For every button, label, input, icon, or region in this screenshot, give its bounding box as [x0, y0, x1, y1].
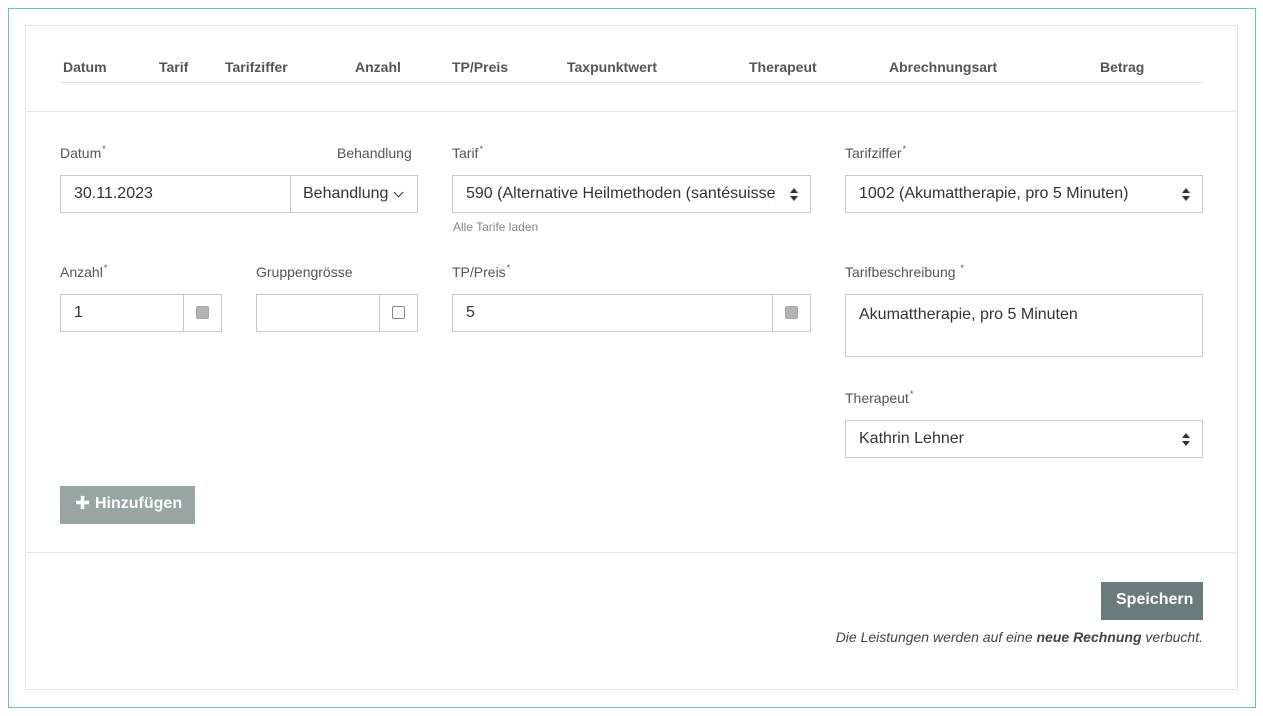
tarif-label: Tarif*: [452, 144, 483, 161]
column-header-tarif: Tarif: [159, 59, 189, 75]
column-header-therapeut: Therapeut: [749, 59, 817, 75]
chevron-down-icon: [393, 187, 404, 198]
therapeut-select[interactable]: Kathrin Lehner: [845, 420, 1203, 458]
column-header-tarifziffer: Tarifziffer: [225, 59, 288, 75]
behandlung-dropdown-button[interactable]: Behandlung: [290, 175, 418, 213]
gruppengroesse-checkbox[interactable]: [392, 306, 405, 319]
hinzufuegen-button[interactable]: ✚ Hinzufügen: [60, 486, 195, 524]
alle-tarife-laden-link[interactable]: Alle Tarife laden: [453, 220, 538, 234]
tarifbeschreibung-label: Tarifbeschreibung *: [845, 263, 964, 280]
anzahl-input[interactable]: 1: [60, 294, 222, 332]
anzahl-checkbox-addon: [183, 295, 221, 331]
gruppengroesse-label: Gruppengrösse: [256, 264, 353, 280]
tp-preis-label: TP/Preis*: [452, 263, 511, 280]
column-header-datum: Datum: [63, 59, 107, 75]
column-header-tp-preis: TP/Preis: [452, 59, 509, 75]
tarifziffer-label: Tarifziffer*: [845, 144, 907, 161]
column-header-taxpunktwert: Taxpunktwert: [567, 59, 657, 75]
select-updown-icon: [790, 188, 798, 202]
gruppengroesse-checkbox-addon: [379, 295, 417, 331]
datum-label: Datum*: [60, 144, 106, 161]
select-updown-icon: [1182, 188, 1190, 202]
tarifziffer-select[interactable]: 1002 (Akumattherapie, pro 5 Minuten): [845, 175, 1203, 213]
plus-icon: ✚: [75, 493, 91, 513]
behandlung-label: Behandlung: [337, 145, 412, 161]
column-header-anzahl: Anzahl: [355, 59, 401, 75]
tarif-select[interactable]: 590 (Alternative Heilmethoden (santésuis…: [452, 175, 811, 213]
anzahl-checkbox[interactable]: [196, 306, 209, 319]
footer-divider: [26, 552, 1237, 553]
tp-preis-checkbox-addon: [772, 295, 810, 331]
column-header-abrechnungsart: Abrechnungsart: [889, 59, 998, 75]
tp-preis-input[interactable]: 5: [452, 294, 811, 332]
leistungen-panel: [25, 25, 1238, 690]
speichern-button[interactable]: Speichern: [1101, 582, 1203, 620]
tp-preis-checkbox[interactable]: [785, 306, 798, 319]
header-divider: [26, 111, 1237, 112]
datum-input[interactable]: 30.11.2023: [60, 175, 291, 213]
therapeut-label: Therapeut*: [845, 389, 914, 406]
column-header-betrag: Betrag: [1100, 59, 1145, 75]
gruppengroesse-input[interactable]: [256, 294, 418, 332]
tarifbeschreibung-textarea[interactable]: Akumattherapie, pro 5 Minuten: [845, 294, 1203, 357]
anzahl-label: Anzahl*: [60, 263, 108, 280]
select-updown-icon: [1182, 433, 1190, 447]
rechnung-note: Die Leistungen werden auf eine neue Rech…: [835, 629, 1203, 645]
leistungen-table-header: Datum Tarif Tarifziffer Anzahl TP/Preis …: [60, 58, 1203, 83]
